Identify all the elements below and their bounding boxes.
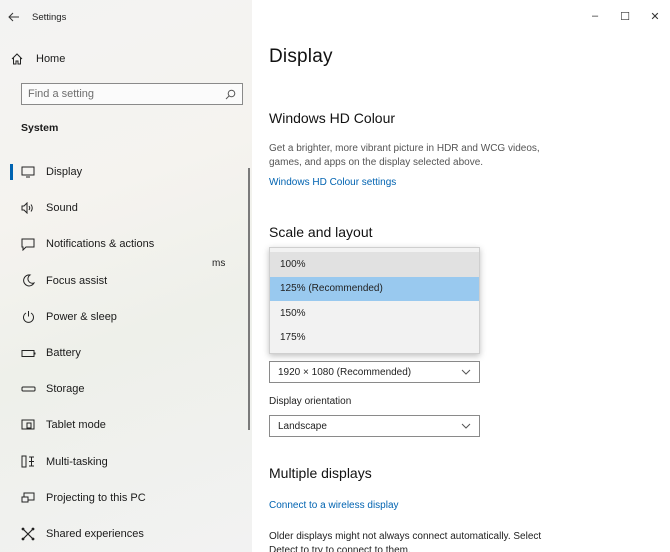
hd-colour-heading: Windows HD Colour [269,110,396,126]
multiple-displays-heading: Multiple displays [269,465,372,481]
shared-icon [20,526,36,542]
chevron-down-icon [461,369,471,375]
multitask-icon [20,454,36,470]
sidebar-item-shared-experiences[interactable]: Shared experiences [0,516,252,552]
home-label: Home [36,53,66,65]
tablet-icon [20,417,36,433]
moon-icon [20,273,36,289]
resolution-value: 1920 × 1080 (Recommended) [278,366,412,378]
sidebar-item-label: Multi-tasking [46,455,108,468]
sidebar-item-label: Projecting to this PC [46,491,146,504]
connect-wireless-display-link[interactable]: Connect to a wireless display [269,500,399,511]
sidebar-item-label: Power & sleep [46,310,117,323]
sidebar-item-label: Display [46,166,83,179]
sidebar-item-tablet-mode[interactable]: Tablet mode [0,407,252,443]
section-label: System [21,122,59,134]
back-arrow-icon [8,12,19,22]
monitor-icon [20,164,36,180]
sidebar-item-projecting[interactable]: Projecting to this PC [0,480,252,516]
sidebar-item-label: Storage [46,383,85,396]
sidebar-item-label: Sound [46,202,78,215]
home-link[interactable]: Home [10,48,65,70]
sidebar-item-battery[interactable]: Battery [0,335,252,371]
hd-colour-description-1: Get a brighter, more vibrant picture in … [269,143,540,154]
sidebar-nav: Display Sound Notifications & actions Fo… [0,154,252,552]
sidebar-item-label: Shared experiences [46,527,144,540]
search-box[interactable] [21,83,243,105]
scale-option-125[interactable]: 125% (Recommended) [270,276,479,301]
scale-layout-heading: Scale and layout [269,224,373,240]
sidebar-item-power-sleep[interactable]: Power & sleep [0,299,252,335]
sidebar: Settings Home System Display Sound Notif… [0,0,252,552]
window-controls: – ☐ ✕ [580,0,670,34]
orientation-value: Landscape [278,420,327,432]
hd-colour-description-2: games, and apps on the display selected … [269,157,484,168]
back-button[interactable] [2,5,26,29]
orientation-label: Display orientation [269,396,352,407]
sidebar-item-label: Tablet mode [46,419,106,432]
sidebar-item-display[interactable]: Display [0,154,252,190]
maximize-button[interactable]: ☐ [610,0,640,32]
orientation-dropdown[interactable]: Landscape [269,415,480,437]
scale-partial-text: ms [212,258,226,269]
hd-colour-settings-link[interactable]: Windows HD Colour settings [269,177,396,188]
sidebar-item-storage[interactable]: Storage [0,371,252,407]
close-button[interactable]: ✕ [640,0,670,32]
scale-option-175[interactable]: 175% [270,326,479,351]
sidebar-item-label: Notifications & actions [46,238,155,251]
multiple-displays-description-1: Older displays might not always connect … [269,531,542,542]
speaker-icon [20,200,36,216]
minimize-button[interactable]: – [580,0,610,32]
power-icon [20,309,36,325]
app-title: Settings [32,11,67,23]
search-input[interactable] [28,88,208,100]
sidebar-item-label: Focus assist [46,274,108,287]
chevron-down-icon [461,423,471,429]
scale-dropdown-list: 100% 125% (Recommended) 150% 175% [269,247,480,354]
scale-option-100[interactable]: 100% [270,252,479,277]
sidebar-item-sound[interactable]: Sound [0,190,252,226]
multiple-displays-description-2: Detect to try to connect to them. [269,545,411,552]
title-bar: Settings [0,0,252,34]
sidebar-item-multitasking[interactable]: Multi-tasking [0,444,252,480]
storage-icon [20,381,36,397]
notification-icon [20,236,36,252]
sidebar-scrollbar[interactable] [248,168,250,430]
projector-icon [20,490,36,506]
resolution-dropdown[interactable]: 1920 × 1080 (Recommended) [269,361,480,383]
sidebar-item-label: Battery [46,347,81,360]
search-icon [225,89,236,99]
home-icon [11,53,23,65]
page-title: Display [269,46,333,67]
battery-icon [20,345,36,361]
scale-option-150[interactable]: 150% [270,301,479,326]
